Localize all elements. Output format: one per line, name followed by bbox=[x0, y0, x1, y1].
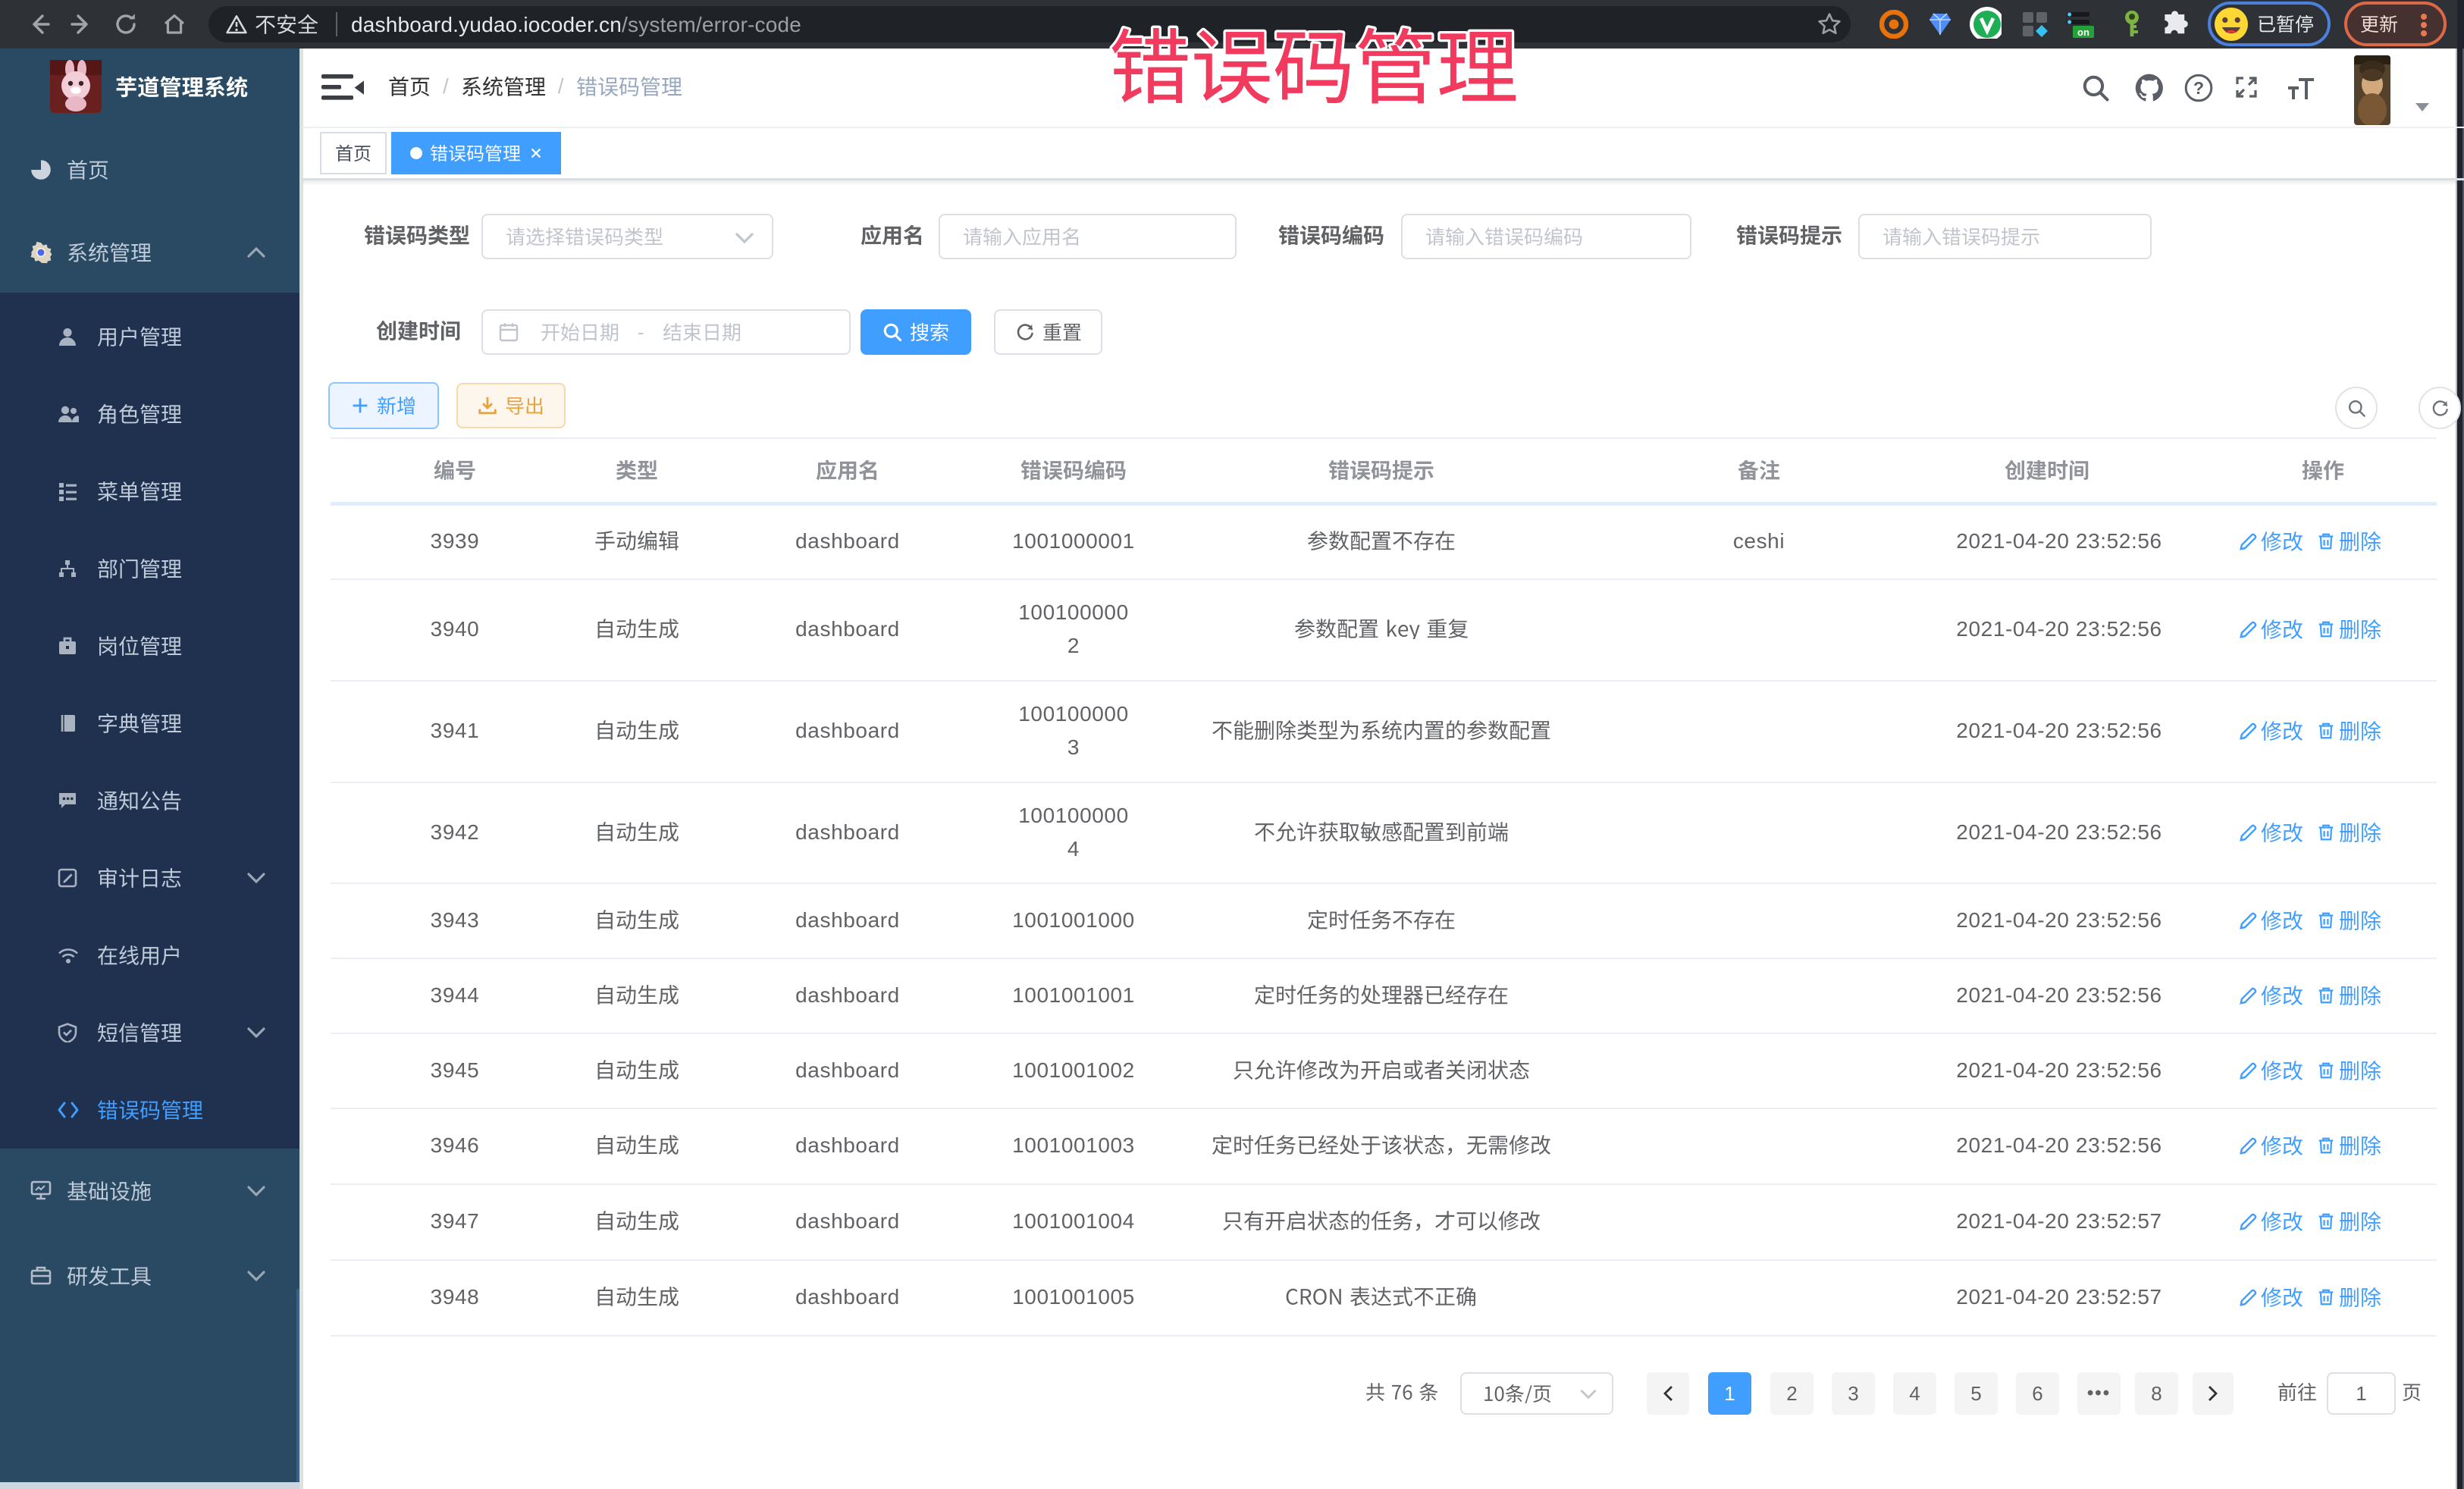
svg-text:on: on bbox=[2077, 27, 2089, 38]
svg-text:?: ? bbox=[2193, 78, 2204, 98]
